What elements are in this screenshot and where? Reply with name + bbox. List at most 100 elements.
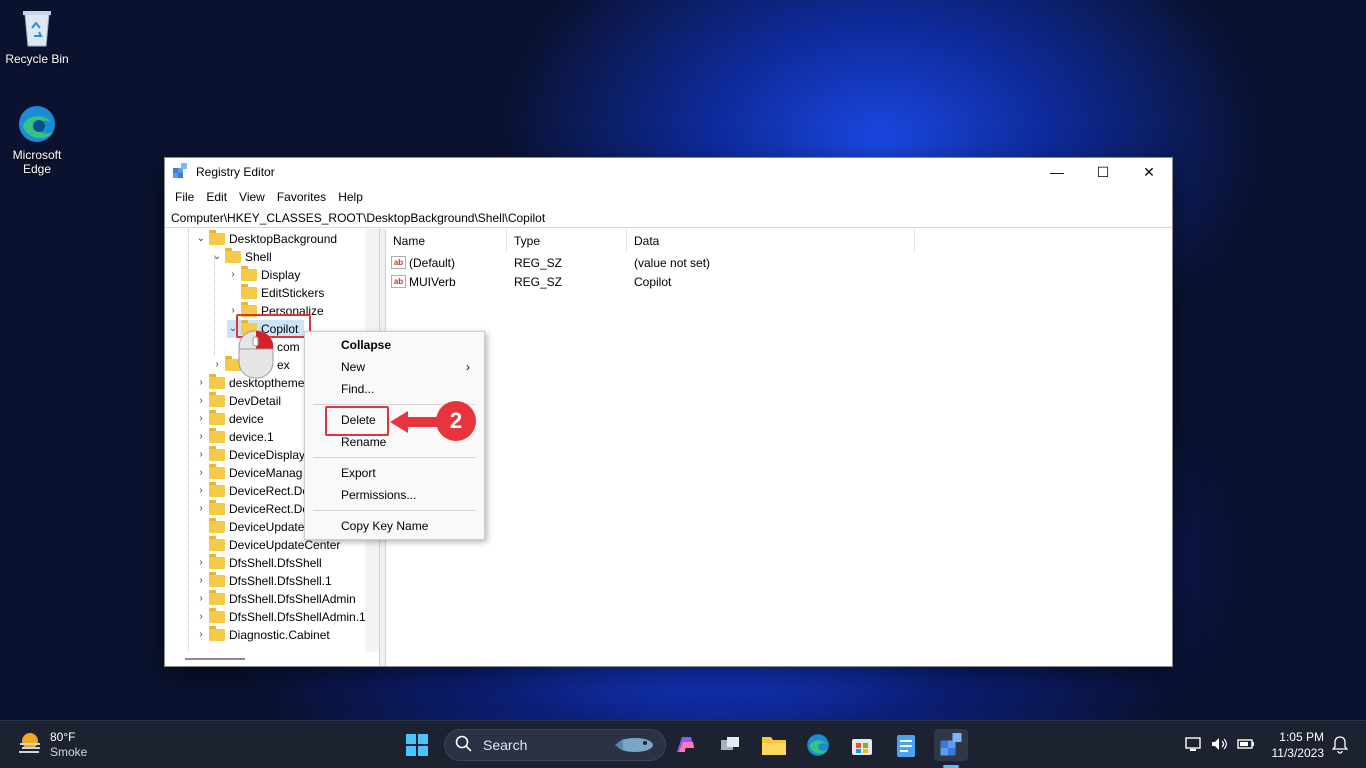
column-header-name[interactable]: Name xyxy=(386,229,507,253)
menu-file[interactable]: File xyxy=(169,190,200,204)
expander-icon[interactable]: › xyxy=(195,500,207,518)
tree-item[interactable]: › DeviceRect.De xyxy=(195,500,309,518)
menu-item-permissions[interactable]: Permissions... xyxy=(305,484,484,506)
column-header-type[interactable]: Type xyxy=(507,229,627,253)
search-highlight-icon xyxy=(613,733,657,758)
arrow-left-icon xyxy=(390,411,440,436)
tree-item-label: DfsShell.DfsShellAdmin.1 xyxy=(229,610,366,624)
folder-icon xyxy=(241,284,257,299)
tree-item-label: DeviceDisplay xyxy=(229,448,306,462)
tree-item-label: Display xyxy=(261,268,301,282)
expander-icon[interactable]: › xyxy=(195,482,207,500)
tree-item-label: DfsShell.DfsShell xyxy=(229,556,322,570)
folder-icon xyxy=(209,626,225,641)
registry-editor-icon[interactable] xyxy=(934,729,968,761)
store-icon[interactable] xyxy=(846,729,878,761)
values-pane[interactable]: Name Type Data ab (Default) REG_SZ (value… xyxy=(386,229,1172,666)
system-tray[interactable] xyxy=(1184,735,1256,756)
expander-icon[interactable]: › xyxy=(195,392,207,410)
tree-item[interactable]: › device.1 xyxy=(195,428,274,446)
chevron-right-icon: › xyxy=(466,360,470,374)
weather-widget[interactable]: 80°F Smoke xyxy=(16,729,87,760)
tree-horizontal-scrollbar[interactable] xyxy=(165,652,379,666)
expander-icon[interactable]: › xyxy=(211,356,223,374)
maximize-button[interactable]: ☐ xyxy=(1080,158,1126,186)
tree-item[interactable]: › DeviceDisplay xyxy=(195,446,305,464)
clock[interactable]: 1:05 PM 11/3/2023 xyxy=(1262,729,1325,761)
value-row[interactable]: ab MUIVerb REG_SZ Copilot xyxy=(386,272,1172,291)
tree-item[interactable]: › DeviceManag xyxy=(195,464,302,482)
menu-view[interactable]: View xyxy=(233,190,271,204)
tree-item[interactable]: › DeviceRect.De xyxy=(195,482,309,500)
task-view-icon[interactable] xyxy=(714,729,746,761)
tree-item[interactable]: › DfsShell.DfsShell xyxy=(195,554,322,572)
edge-icon[interactable] xyxy=(802,729,834,761)
tree-item-label: DeviceManag xyxy=(229,466,303,480)
expander-icon[interactable]: › xyxy=(195,590,207,608)
title-bar[interactable]: Registry Editor — ☐ ✕ xyxy=(165,158,1172,186)
file-explorer-icon[interactable] xyxy=(758,729,790,761)
expander-icon[interactable]: › xyxy=(195,446,207,464)
expander-icon[interactable]: › xyxy=(195,554,207,572)
value-row[interactable]: ab (Default) REG_SZ (value not set) xyxy=(386,253,1172,272)
copilot-icon[interactable] xyxy=(670,729,702,761)
tree-item[interactable]: › DfsShell.DfsShellAdmin.1 xyxy=(195,608,366,626)
tree-item[interactable]: › Diagnostic.Cabinet xyxy=(195,626,330,644)
menu-item-copy-key-name[interactable]: Copy Key Name xyxy=(305,515,484,537)
tree-item-label: DeviceRect.De xyxy=(229,484,310,498)
close-button[interactable]: ✕ xyxy=(1126,158,1172,186)
menu-favorites[interactable]: Favorites xyxy=(271,190,332,204)
notification-bell-icon[interactable] xyxy=(1331,736,1349,757)
folder-icon xyxy=(241,266,257,281)
expander-icon[interactable]: ⌄ xyxy=(195,230,207,248)
tree-item[interactable]: ⌄ Shell xyxy=(211,248,272,266)
folder-icon xyxy=(209,446,225,461)
tree-item[interactable]: EditStickers xyxy=(227,284,324,302)
menu-separator xyxy=(313,510,476,511)
tree-item-label: Shell xyxy=(245,250,272,264)
expander-icon[interactable]: › xyxy=(227,266,239,284)
tree-item[interactable]: DeviceUpdate xyxy=(195,518,304,536)
menu-item-export[interactable]: Export xyxy=(305,462,484,484)
expander-icon[interactable]: › xyxy=(195,626,207,644)
address-bar[interactable]: Computer\HKEY_CLASSES_ROOT\DesktopBackgr… xyxy=(165,208,1172,228)
start-icon[interactable] xyxy=(401,729,433,761)
desktop-icon-edge[interactable]: Microsoft Edge xyxy=(5,104,69,176)
minimize-button[interactable]: — xyxy=(1034,158,1080,186)
mouse-right-click-icon xyxy=(238,330,276,383)
menu-item-new[interactable]: New › xyxy=(305,356,484,378)
taskbar: 80°F Smoke Search 1:05 PM 11/3/2023 xyxy=(0,720,1366,768)
tree-item[interactable]: ⌄ DesktopBackground xyxy=(195,230,337,248)
tree-item[interactable]: › DfsShell.DfsShellAdmin xyxy=(195,590,356,608)
menu-item-collapse[interactable]: Collapse xyxy=(305,334,484,356)
expander-icon[interactable]: ⌄ xyxy=(211,248,223,266)
values-header: Name Type Data xyxy=(386,229,1172,253)
value-data: (value not set) xyxy=(634,255,711,270)
recycle-bin-icon xyxy=(17,8,57,48)
network-icon[interactable] xyxy=(1184,735,1202,756)
tree-item[interactable]: › device xyxy=(195,410,264,428)
menu-item-label: New xyxy=(341,360,366,374)
tree-item[interactable]: › Display xyxy=(227,266,300,284)
volume-icon[interactable] xyxy=(1210,735,1228,756)
menu-edit[interactable]: Edit xyxy=(200,190,233,204)
expander-icon[interactable]: › xyxy=(195,410,207,428)
menu-separator xyxy=(313,457,476,458)
menu-help[interactable]: Help xyxy=(332,190,369,204)
expander-icon[interactable]: › xyxy=(195,572,207,590)
battery-icon[interactable] xyxy=(1236,735,1256,756)
desktop-icon-recycle-bin[interactable]: Recycle Bin xyxy=(5,8,69,66)
notepad-icon[interactable] xyxy=(890,729,922,761)
value-name: (Default) xyxy=(409,255,456,270)
taskbar-search[interactable]: Search xyxy=(444,729,666,761)
tree-item-label: DeviceUpdate xyxy=(229,520,305,534)
tree-item[interactable]: › DfsShell.DfsShell.1 xyxy=(195,572,332,590)
column-header-data[interactable]: Data xyxy=(627,229,915,253)
tree-item[interactable]: › DevDetail xyxy=(195,392,281,410)
expander-icon[interactable]: › xyxy=(195,428,207,446)
expander-icon[interactable]: › xyxy=(195,374,207,392)
expander-icon[interactable]: › xyxy=(195,608,207,626)
menu-item-find[interactable]: Find... xyxy=(305,378,484,400)
value-data: Copilot xyxy=(634,274,672,289)
expander-icon[interactable]: › xyxy=(195,464,207,482)
